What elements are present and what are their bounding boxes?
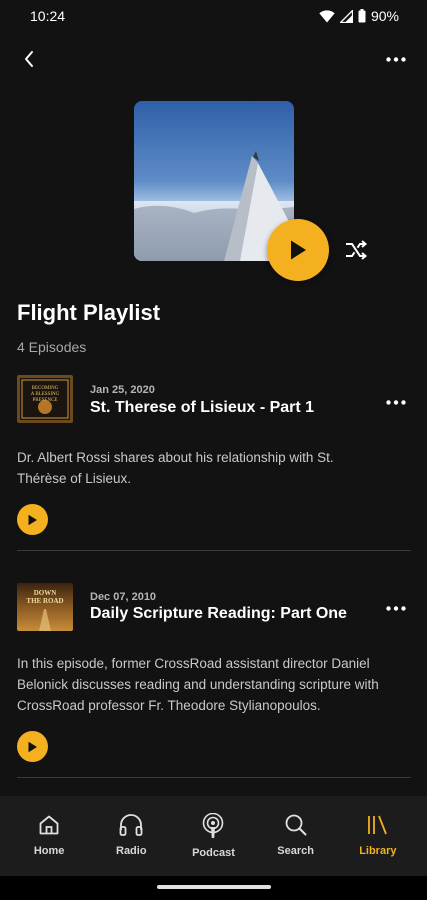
shuffle-icon xyxy=(346,240,368,260)
episode-more-button[interactable] xyxy=(383,389,409,415)
home-indicator[interactable] xyxy=(157,885,271,889)
gesture-bar xyxy=(0,876,427,900)
more-horizontal-icon xyxy=(386,605,406,611)
nav-label: Search xyxy=(277,845,314,857)
episode-more-button[interactable] xyxy=(383,595,409,621)
episode-description: In this episode, former CrossRoad assist… xyxy=(17,656,379,713)
episode-count: 4 Episodes xyxy=(17,339,87,355)
battery-icon xyxy=(358,9,366,23)
headphones-icon xyxy=(119,814,143,836)
nav-item-library[interactable]: Library xyxy=(338,796,418,876)
svg-text:DOWN: DOWN xyxy=(34,589,57,597)
status-time: 10:24 xyxy=(30,8,66,24)
top-bar xyxy=(0,40,427,78)
episode-title[interactable]: St. Therese of Lisieux - Part 1 xyxy=(90,399,314,417)
nav-item-podcast[interactable]: Podcast xyxy=(173,796,253,876)
status-icons: 90% xyxy=(319,8,399,24)
bottom-nav: Home Radio Podcast Search Library xyxy=(0,796,427,876)
chevron-left-icon xyxy=(25,51,33,67)
episode-thumbnail: BECOMING A BLESSING PRESENCE xyxy=(17,375,73,423)
signal-icon xyxy=(339,9,353,23)
playlist-title: Flight Playlist xyxy=(17,300,161,325)
nav-item-radio[interactable]: Radio xyxy=(91,796,171,876)
episode-play-button[interactable] xyxy=(17,504,48,535)
shuffle-button[interactable] xyxy=(342,236,370,264)
nav-label: Home xyxy=(33,845,65,857)
play-icon xyxy=(28,741,37,752)
status-bar: 10:24 90% xyxy=(0,0,427,32)
library-icon xyxy=(367,815,387,835)
more-horizontal-icon xyxy=(386,56,406,62)
playlist-more-button[interactable] xyxy=(383,46,409,72)
nav-label: Library xyxy=(359,845,397,857)
more-horizontal-icon xyxy=(386,399,406,405)
episode-play-button[interactable] xyxy=(17,731,48,762)
play-all-button[interactable] xyxy=(267,219,329,281)
nav-label: Podcast xyxy=(192,847,235,859)
divider xyxy=(17,777,411,778)
svg-text:A BLESSING: A BLESSING xyxy=(31,392,60,397)
play-icon xyxy=(291,240,306,260)
podcast-icon xyxy=(203,813,224,838)
episode-date: Dec 07, 2010 xyxy=(90,591,157,603)
episode-thumbnail: DOWN THE ROAD xyxy=(17,583,73,631)
svg-text:BECOMING: BECOMING xyxy=(32,386,59,391)
back-button[interactable] xyxy=(16,46,42,72)
search-icon xyxy=(285,814,307,836)
wifi-icon xyxy=(319,9,335,22)
svg-text:THE ROAD: THE ROAD xyxy=(26,597,63,605)
battery-level: 90% xyxy=(370,8,399,24)
episode-title[interactable]: Daily Scripture Reading: Part One xyxy=(90,605,347,623)
nav-label: Radio xyxy=(116,845,147,857)
nav-item-home[interactable]: Home xyxy=(9,796,89,876)
divider xyxy=(17,550,411,551)
episode-description: Dr. Albert Rossi shares about his relati… xyxy=(17,450,334,486)
play-icon xyxy=(28,514,37,525)
svg-text:PRESENCE: PRESENCE xyxy=(32,398,57,403)
episode-date: Jan 25, 2020 xyxy=(90,384,155,396)
home-icon xyxy=(39,815,59,835)
nav-item-search[interactable]: Search xyxy=(256,796,336,876)
